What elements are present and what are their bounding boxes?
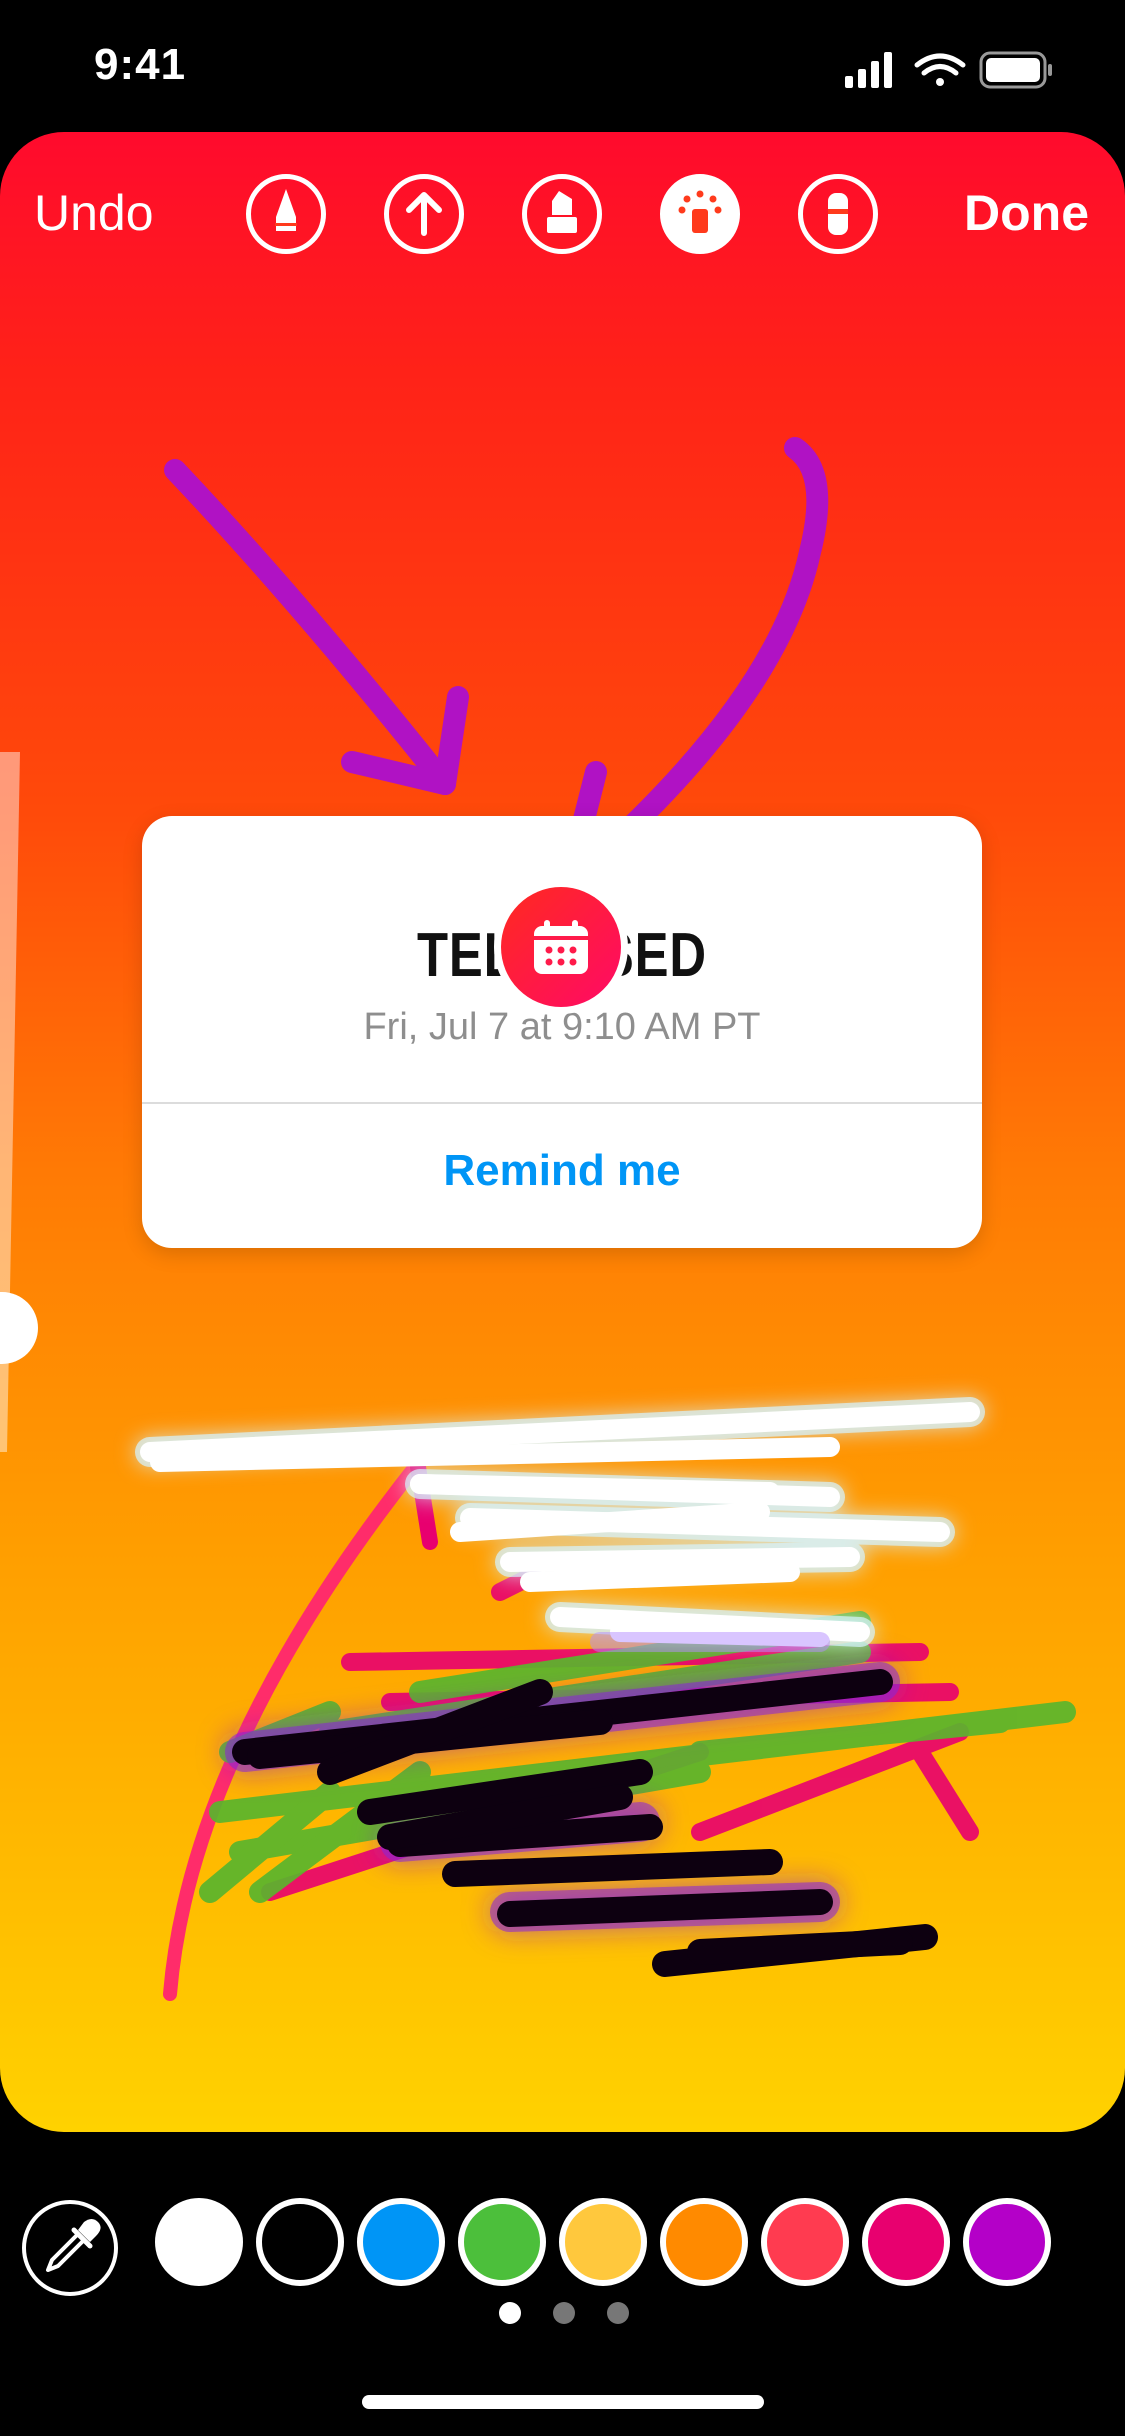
- home-indicator[interactable]: [362, 2395, 764, 2409]
- pen-tool-button[interactable]: [246, 174, 326, 254]
- marker-tool-button[interactable]: [522, 174, 602, 254]
- color-swatch-2[interactable]: [256, 2198, 344, 2286]
- undo-button[interactable]: Undo: [34, 184, 154, 242]
- palette-page-indicator: [0, 2302, 1125, 2326]
- pen-icon: [275, 189, 297, 231]
- color-swatch-5[interactable]: [559, 2198, 647, 2286]
- sticker-badge: [494, 880, 628, 1014]
- status-bar: 9:41: [0, 0, 1125, 132]
- status-time: 9:41: [94, 40, 187, 89]
- color-swatch-1[interactable]: [155, 2198, 243, 2286]
- marker-icon: [547, 191, 577, 233]
- color-swatch-8[interactable]: [862, 2198, 950, 2286]
- signal-icon: [845, 52, 892, 88]
- color-swatch-3[interactable]: [357, 2198, 445, 2286]
- calendar-icon: [534, 920, 588, 974]
- page-dot-2: [553, 2302, 575, 2324]
- remind-me-button[interactable]: Remind me: [142, 1146, 982, 1196]
- color-swatch-9[interactable]: [963, 2198, 1051, 2286]
- arrow-icon: [406, 192, 442, 236]
- battery-icon: [979, 51, 1052, 89]
- status-icons: [845, 50, 1085, 90]
- color-palette: [0, 2198, 1125, 2308]
- neon-icon: [678, 190, 722, 233]
- page-dot-3: [607, 2302, 629, 2324]
- sticker-divider: [142, 1102, 982, 1104]
- arrow-tool-button[interactable]: [384, 174, 464, 254]
- done-button[interactable]: Done: [964, 184, 1089, 242]
- wifi-icon: [914, 53, 966, 86]
- page-dot-1: [499, 2302, 521, 2324]
- neon-tool-button[interactable]: [660, 174, 740, 254]
- eraser-icon: [828, 193, 848, 235]
- color-swatch-4[interactable]: [458, 2198, 546, 2286]
- color-swatch-7[interactable]: [761, 2198, 849, 2286]
- color-swatch-6[interactable]: [660, 2198, 748, 2286]
- eraser-tool-button[interactable]: [798, 174, 878, 254]
